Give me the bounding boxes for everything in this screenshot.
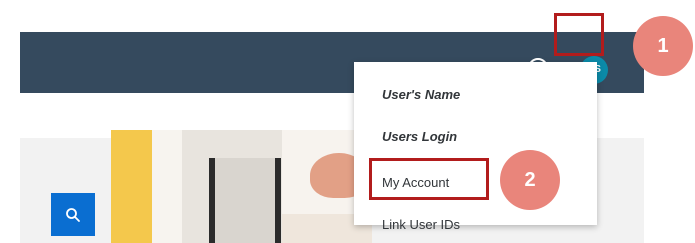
menu-item-users-name: User's Name [382, 87, 461, 102]
my-account-highlight-box [369, 158, 489, 200]
background-art-window [209, 158, 281, 243]
menu-item-link-user-ids[interactable]: Link User IDs [382, 217, 460, 232]
menu-item-users-login: Users Login [382, 129, 458, 144]
user-menu-dropdown: User's Name Users Login My Account Link … [354, 62, 597, 232]
search-button[interactable] [51, 193, 95, 236]
background-art-light [152, 130, 182, 243]
search-icon [66, 207, 80, 222]
step-2-badge: 2 [500, 150, 560, 210]
torn-edge [14, 18, 28, 243]
background-art-yellow [111, 130, 152, 243]
step-1-badge: 1 [633, 16, 693, 76]
avatar-highlight-box [554, 13, 604, 56]
